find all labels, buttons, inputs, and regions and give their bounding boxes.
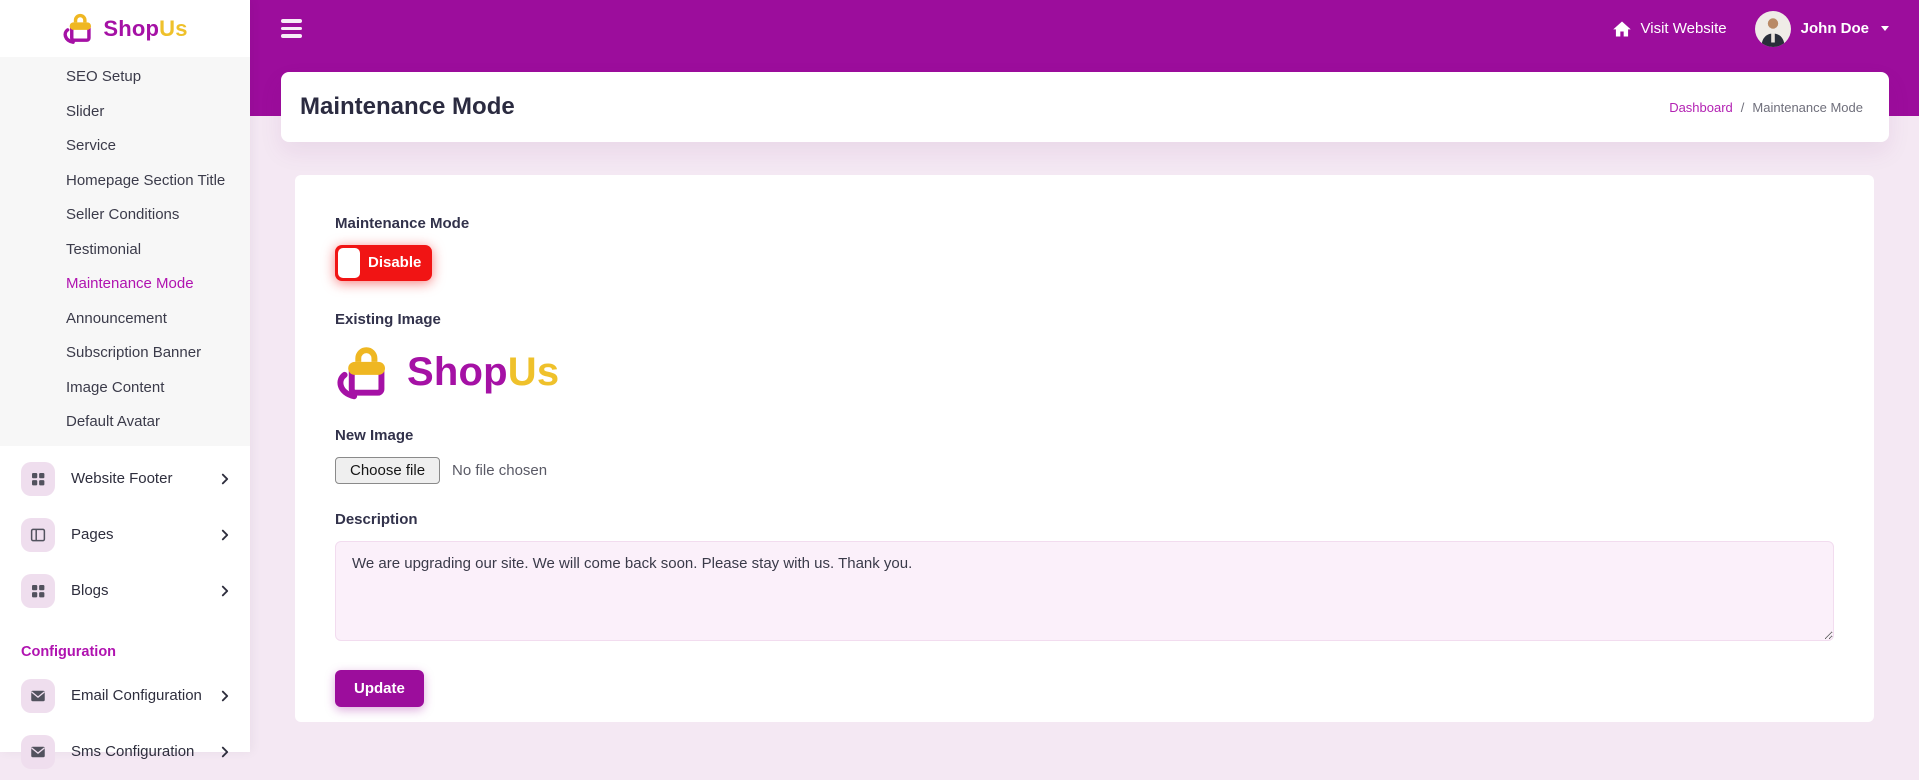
sidebar-item-pages[interactable]: Pages [21,507,232,563]
breadcrumb: Dashboard / Maintenance Mode [1669,100,1863,115]
sidebar-item-label: Website Footer [71,470,218,487]
sidebar-groups: Website Footer Pages Blogs [0,446,250,619]
update-button[interactable]: Update [335,670,424,707]
sidebar-item-announcement[interactable]: Announcement [0,302,250,337]
sidebar-item-homepage-section-title[interactable]: Homepage Section Title [0,164,250,199]
sidebar-config-items: Email Configuration Sms Configuration [0,668,250,780]
sidebar-item-subscription-banner[interactable]: Subscription Banner [0,336,250,371]
sidebar-item-label: Email Configuration [71,687,218,704]
sidebar-item-seller-conditions[interactable]: Seller Conditions [0,198,250,233]
description-label: Description [335,511,1834,528]
sidebar-item-service[interactable]: Service [0,129,250,164]
sidebar-item-blogs[interactable]: Blogs [21,563,232,619]
existing-image: ShopUs [335,341,1834,403]
chevron-right-icon [218,689,232,703]
caret-down-icon [1881,26,1889,31]
topbar-row: Visit Website John Doe [250,0,1919,57]
existing-image-logo-text: ShopUs [407,350,559,395]
sidebar-item-maintenance-mode[interactable]: Maintenance Mode [0,267,250,302]
envelope-icon [21,679,55,713]
sidebar: ShopUs SEO Setup Slider Service Homepage… [0,0,250,752]
maintenance-toggle[interactable]: Disable [335,245,432,281]
toggle-label: Disable [368,245,421,281]
hamburger-menu-icon[interactable] [281,19,302,38]
page-header-card: Maintenance Mode Dashboard / Maintenance… [281,72,1889,142]
visit-website-link[interactable]: Visit Website [1612,19,1727,39]
visit-website-label: Visit Website [1641,20,1727,37]
sidebar-item-email-configuration[interactable]: Email Configuration [21,668,232,724]
sidebar-item-default-avatar[interactable]: Default Avatar [0,405,250,440]
sidebar-item-website-footer[interactable]: Website Footer [21,451,232,507]
sidebar-item-testimonial[interactable]: Testimonial [0,233,250,268]
home-icon [1612,19,1632,39]
maintenance-mode-label: Maintenance Mode [335,215,1834,232]
existing-image-label: Existing Image [335,311,1834,328]
sidebar-item-label: Blogs [71,582,218,599]
choose-file-button[interactable]: Choose file [335,457,440,484]
person-icon [1755,11,1791,47]
breadcrumb-separator: / [1741,100,1745,115]
sidebar-item-seo-setup[interactable]: SEO Setup [0,60,250,95]
file-status-text: No file chosen [452,462,547,479]
breadcrumb-current: Maintenance Mode [1752,100,1863,115]
new-image-label: New Image [335,427,1834,444]
sidebar-item-label: Pages [71,526,218,543]
chevron-right-icon [218,584,232,598]
chevron-right-icon [218,472,232,486]
sidebar-submenu: SEO Setup Slider Service Homepage Sectio… [0,57,250,446]
avatar [1755,11,1791,47]
sidebar-section-configuration: Configuration [0,619,250,668]
description-textarea[interactable]: We are upgrading our site. We will come … [335,541,1834,641]
grid-icon [21,574,55,608]
columns-icon [21,518,55,552]
shopping-bag-logo-icon [62,12,98,45]
grid-icon [21,462,55,496]
file-input[interactable]: Choose file No file chosen [335,457,1834,484]
page-title: Maintenance Mode [300,93,515,121]
breadcrumb-dashboard-link[interactable]: Dashboard [1669,100,1733,115]
brand-logo-text: ShopUs [103,16,187,42]
sidebar-item-image-content[interactable]: Image Content [0,371,250,406]
maintenance-form-card: Maintenance Mode Disable Existing Image … [295,175,1874,722]
brand-logo[interactable]: ShopUs [0,0,250,57]
user-name: John Doe [1801,20,1869,37]
chevron-right-icon [218,528,232,542]
user-menu[interactable]: John Doe [1755,11,1889,47]
topbar-right: Visit Website John Doe [1612,11,1890,47]
shopping-bag-logo-icon [335,344,397,401]
toggle-knob [338,248,360,278]
sidebar-item-slider[interactable]: Slider [0,95,250,130]
